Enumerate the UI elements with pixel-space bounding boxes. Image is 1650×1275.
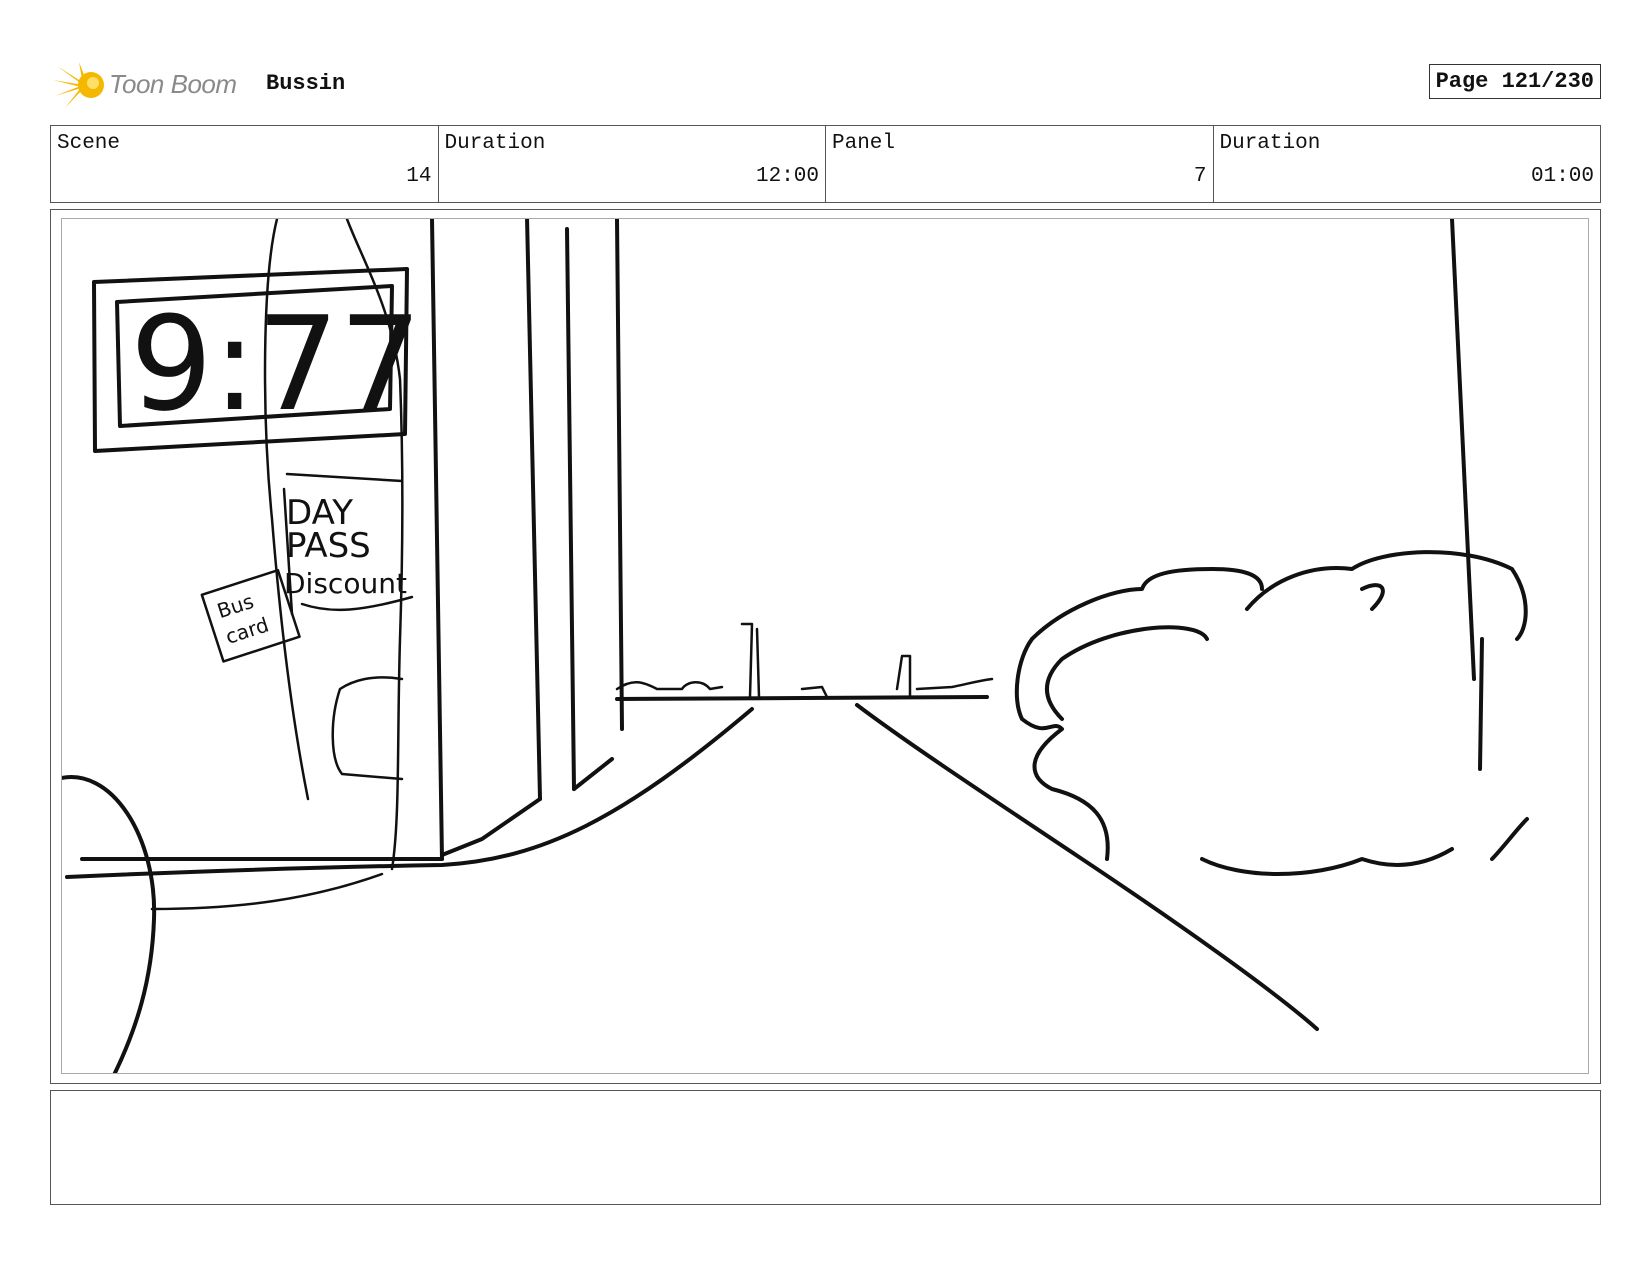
panel-duration-value: 01:00 (1530, 165, 1594, 188)
panel-value: 7 (1193, 165, 1207, 188)
panel-drawing-area: 9:77 DAY PASS Discount Bus card (61, 218, 1589, 1074)
toon-boom-logo: Toon Boom (53, 60, 253, 110)
burst-icon (53, 62, 104, 108)
logo-wordmark: Toon Boom (109, 69, 237, 99)
road-sketch (855, 703, 1319, 1031)
storyboard-panel: 9:77 DAY PASS Discount Bus card (50, 209, 1601, 1084)
scene-duration-value: 12:00 (755, 165, 819, 188)
notes-box[interactable] (50, 1090, 1601, 1205)
panel-duration-cell: Duration 01:00 (1214, 126, 1601, 202)
page-header: Toon Boom Bussin Page 121/230 (50, 58, 1601, 110)
scene-label: Scene (57, 132, 121, 155)
clock-sketch: 9:77 (92, 267, 422, 453)
panel-duration-label: Duration (1219, 132, 1321, 155)
project-title: Bussin (266, 71, 346, 96)
ground-sketch (62, 707, 754, 1073)
scene-info-table: Scene 14 Duration 12:00 Panel 7 Duration… (50, 125, 1601, 203)
panel-sketch: 9:77 DAY PASS Discount Bus card (62, 219, 1529, 1073)
panel-cell: Panel 7 (826, 126, 1214, 202)
scene-value: 14 (406, 165, 432, 188)
scene-duration-label: Duration (444, 132, 546, 155)
horizon-sketch (615, 622, 994, 701)
scene-duration-cell: Duration 12:00 (439, 126, 826, 202)
page-indicator: Page 121/230 (1428, 64, 1601, 99)
sign-text-discount: Discount (284, 567, 407, 600)
clock-readout: 9:77 (130, 288, 422, 440)
panel-label: Panel (832, 132, 896, 155)
sign-text-pass: PASS (286, 526, 371, 566)
scene-cell: Scene 14 (51, 126, 439, 202)
day-pass-sign: DAY PASS Discount (282, 472, 414, 616)
bush-sketch (1014, 219, 1529, 876)
